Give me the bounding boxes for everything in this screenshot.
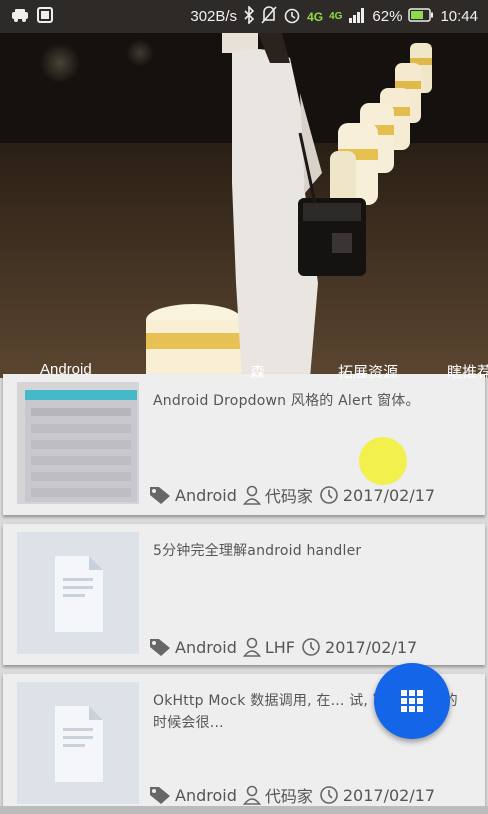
battery-icon <box>408 7 434 26</box>
date-meta: 2017/02/17 <box>319 785 435 805</box>
touch-indicator <box>359 437 407 485</box>
tag-icon <box>150 487 170 504</box>
article-date: 2017/02/17 <box>342 785 436 805</box>
network-type-2: 4G <box>329 11 343 22</box>
status-bar: 302B/s 4G 4G 62% 10:44 <box>0 0 488 33</box>
app-screen: 302B/s 4G 4G 62% 10:44 Android 森 拓展资源 瞎推… <box>0 0 488 814</box>
clock-icon <box>302 638 320 656</box>
tag-meta: Android <box>149 637 237 657</box>
article-tag: Android <box>175 485 237 505</box>
clock-icon <box>320 486 338 504</box>
article-card[interactable]: 5分钟完全理解android handler Android LHF 2017/… <box>3 524 485 665</box>
network-type-1: 4G <box>307 9 324 24</box>
tab-android[interactable]: Android <box>40 361 92 378</box>
tab-sen[interactable]: 森 <box>250 361 265 378</box>
article-title: Android Dropdown 风格的 Alert 窗体。 <box>153 393 420 409</box>
photo-icon <box>36 6 54 28</box>
user-icon <box>242 485 261 505</box>
bluetooth-icon <box>243 4 255 28</box>
alarm-icon <box>283 6 301 28</box>
article-thumbnail <box>17 682 139 804</box>
battery-percent: 62% <box>372 8 403 25</box>
user-icon <box>242 785 261 805</box>
article-card[interactable]: Android Dropdown 风格的 Alert 窗体。 Android 代… <box>3 374 485 515</box>
date-meta: 2017/02/17 <box>301 637 417 657</box>
car-icon <box>10 7 30 27</box>
article-title: 5分钟完全理解android handler <box>153 543 362 559</box>
article-thumbnail <box>17 382 139 504</box>
grid-icon <box>401 690 423 712</box>
hero-banner[interactable]: Android 森 拓展资源 瞎推荐 <box>0 33 488 378</box>
article-author: 代码家 <box>264 487 313 506</box>
document-icon <box>17 682 139 804</box>
tag-icon <box>150 787 170 804</box>
document-icon <box>17 532 139 654</box>
hero-photo <box>0 33 488 378</box>
tag-meta: Android <box>149 785 237 805</box>
date-meta: 2017/02/17 <box>319 485 435 505</box>
clock: 10:44 <box>440 8 478 25</box>
article-meta: Android 代码家 2017/02/17 <box>149 783 435 807</box>
author-meta: LHF <box>242 637 296 657</box>
signal-icon <box>348 7 366 27</box>
tab-resources[interactable]: 拓展资源 <box>338 361 398 378</box>
mute-icon <box>261 5 277 28</box>
article-thumbnail <box>17 532 139 654</box>
tag-icon <box>150 639 170 656</box>
category-tabs: Android 森 拓展资源 瞎推荐 <box>0 353 488 378</box>
article-tag: Android <box>175 637 237 657</box>
article-meta: Android 代码家 2017/02/17 <box>149 483 435 507</box>
tag-meta: Android <box>149 485 237 505</box>
user-icon <box>242 637 261 657</box>
clock-icon <box>320 786 338 804</box>
article-date: 2017/02/17 <box>325 637 418 657</box>
article-tag: Android <box>175 785 237 805</box>
author-meta: 代码家 <box>242 483 313 507</box>
article-date: 2017/02/17 <box>342 485 436 505</box>
article-author: LHF <box>264 637 296 657</box>
fab-menu-button[interactable] <box>374 663 450 739</box>
bottom-edge <box>0 806 488 814</box>
tab-recommend[interactable]: 瞎推荐 <box>447 361 488 378</box>
author-meta: 代码家 <box>242 783 313 807</box>
article-meta: Android LHF 2017/02/17 <box>149 637 417 657</box>
network-speed: 302B/s <box>190 8 238 25</box>
article-author: 代码家 <box>264 787 313 806</box>
